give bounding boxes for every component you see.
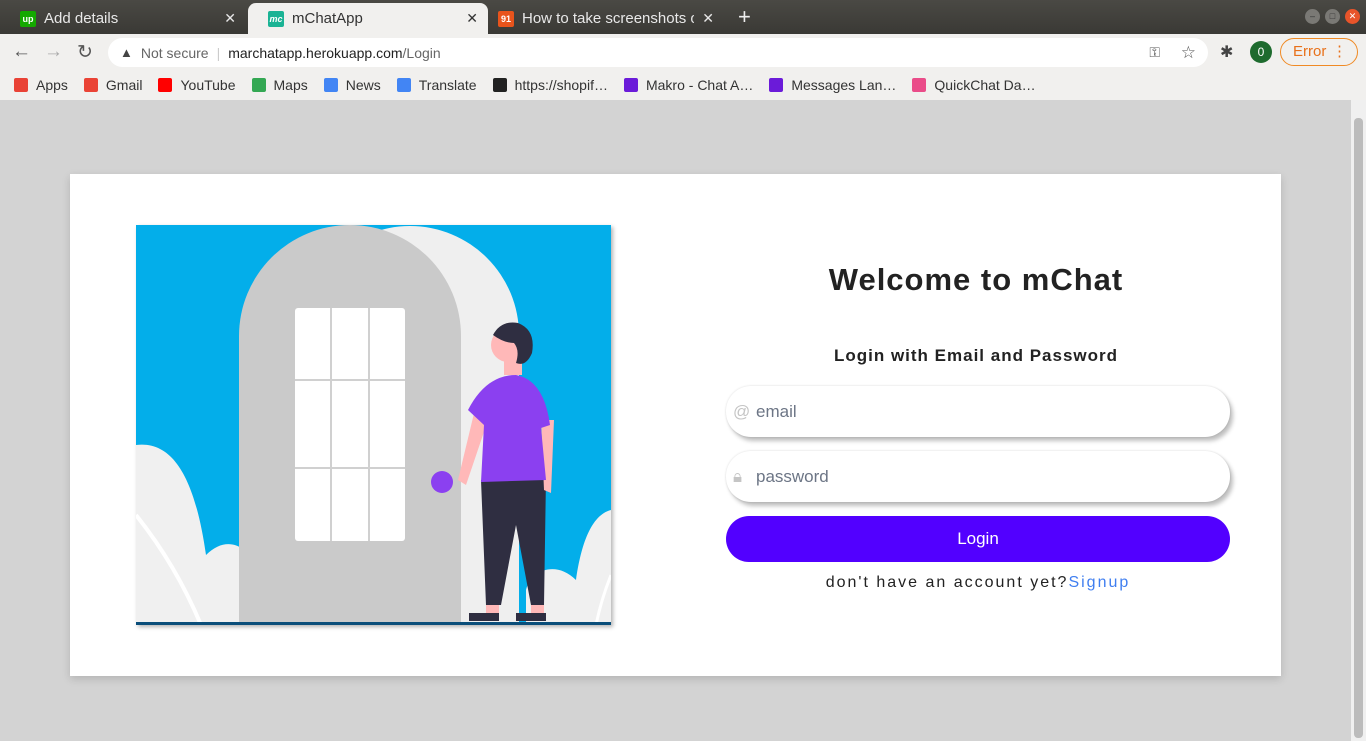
error-label: Error — [1293, 43, 1327, 60]
browser-toolbar: ← → ↻ ▲ Not secure | marchatapp.herokuap… — [0, 34, 1366, 70]
bookmark-icon — [14, 78, 28, 92]
bookmark-icon — [251, 78, 266, 92]
site-91-icon: 91 — [498, 10, 514, 27]
tab-add-details[interactable]: up Add details ✕ — [0, 3, 246, 34]
maximize-button[interactable]: □ — [1325, 9, 1340, 24]
url-host: marchatapp.herokuapp.com — [228, 44, 403, 61]
lock-icon: 🔒︎ — [733, 466, 743, 486]
upwork-icon: up — [20, 10, 36, 27]
bookmark-apps[interactable]: Apps — [14, 77, 68, 93]
star-icon[interactable]: ☆ — [1181, 43, 1196, 63]
tab-title: mChatApp — [292, 10, 363, 27]
bookmark-icon — [396, 78, 411, 92]
bookmark-messages-lan[interactable]: Messages Lan… — [769, 77, 896, 93]
close-tab-icon[interactable]: ✕ — [702, 10, 714, 27]
door-illustration — [136, 225, 611, 625]
bookmark-makro-chat-a[interactable]: Makro - Chat A… — [623, 77, 754, 93]
bookmark-label: Translate — [418, 77, 477, 93]
warning-icon: ▲ — [120, 45, 133, 60]
url-path: /Login — [402, 44, 441, 61]
bookmark-icon — [158, 78, 173, 92]
error-button[interactable]: Error ⋮ — [1280, 38, 1358, 66]
password-input[interactable]: 🔒︎ password — [726, 451, 1230, 502]
bookmark-https-shopif[interactable]: https://shopif… — [492, 77, 608, 93]
bookmark-icon — [912, 78, 927, 92]
bookmarks-bar: Apps Gmail YouTube Maps News Translate https:/… — [0, 70, 1366, 100]
bookmark-icon — [83, 78, 98, 92]
bookmark-label: Apps — [36, 77, 68, 93]
tab-title: Add details — [44, 10, 119, 27]
bookmark-label: News — [345, 77, 381, 93]
bookmark-label: Maps — [273, 77, 308, 93]
reload-button[interactable]: ↻ — [77, 41, 93, 64]
tab-title: How to take screenshots o — [522, 10, 694, 27]
bookmark-gmail[interactable]: Gmail — [83, 77, 143, 93]
bookmark-icon — [323, 78, 338, 92]
menu-icon: ⋮ — [1332, 43, 1347, 60]
close-tab-icon[interactable]: ✕ — [224, 10, 236, 27]
login-card: Welcome to mChat Login with Email and Pa… — [70, 174, 1281, 676]
back-button[interactable]: ← — [12, 41, 31, 63]
bookmark-translate[interactable]: Translate — [396, 77, 477, 93]
login-subtitle: Login with Email and Password — [833, 346, 1119, 365]
extensions-icon[interactable]: ✱ — [1220, 42, 1233, 62]
bookmark-label: Makro - Chat A… — [645, 77, 754, 93]
bookmark-label: Messages Lan… — [791, 77, 897, 93]
tab-screenshots[interactable]: 91 How to take screenshots o ✕ — [488, 3, 724, 34]
at-icon: @ — [733, 401, 751, 421]
profile-avatar[interactable]: 0 — [1250, 41, 1272, 63]
bookmark-label: YouTube — [180, 77, 236, 93]
minimize-button[interactable]: – — [1305, 9, 1320, 24]
bookmark-youtube[interactable]: YouTube — [158, 77, 236, 93]
bookmark-icon — [623, 78, 638, 92]
scrollbar-thumb[interactable] — [1354, 118, 1363, 738]
bookmark-maps[interactable]: Maps — [251, 77, 308, 93]
email-input[interactable]: @ email — [726, 386, 1230, 437]
page-title: Welcome to mChat — [828, 262, 1124, 297]
signup-prompt-text: don't have an account yet? — [825, 574, 1069, 591]
mchat-icon: mc — [268, 10, 284, 27]
signup-prompt: don't have an account yet?Signup — [726, 574, 1230, 592]
bookmark-label: Gmail — [105, 77, 143, 93]
key-icon[interactable]: ⚿ — [1149, 44, 1160, 61]
email-placeholder: email — [756, 401, 797, 421]
bookmark-icon — [769, 78, 784, 92]
security-label: Not secure — [140, 44, 209, 61]
tab-mchatapp[interactable]: mc mChatApp ✕ — [248, 3, 488, 34]
close-window-button[interactable]: ✕ — [1345, 9, 1360, 24]
address-bar[interactable]: ▲ Not secure | marchatapp.herokuapp.com /… — [108, 38, 1208, 67]
close-tab-icon[interactable]: ✕ — [466, 10, 478, 27]
password-placeholder: password — [756, 466, 829, 486]
signup-link[interactable]: Signup — [1068, 574, 1130, 591]
tab-bar: up Add details ✕ mc mChatApp ✕ 91 How to… — [0, 0, 1366, 34]
scrollbar[interactable] — [1351, 100, 1366, 741]
bookmark-quickchat-da[interactable]: QuickChat Da… — [912, 77, 1036, 93]
forward-button[interactable]: → — [44, 41, 63, 63]
bookmark-news[interactable]: News — [323, 77, 381, 93]
bookmark-label: QuickChat Da… — [934, 77, 1036, 93]
bookmark-icon — [492, 78, 507, 92]
bookmark-label: https://shopif… — [514, 77, 608, 93]
login-button[interactable]: Login — [726, 516, 1230, 562]
new-tab-button[interactable]: + — [738, 4, 751, 30]
